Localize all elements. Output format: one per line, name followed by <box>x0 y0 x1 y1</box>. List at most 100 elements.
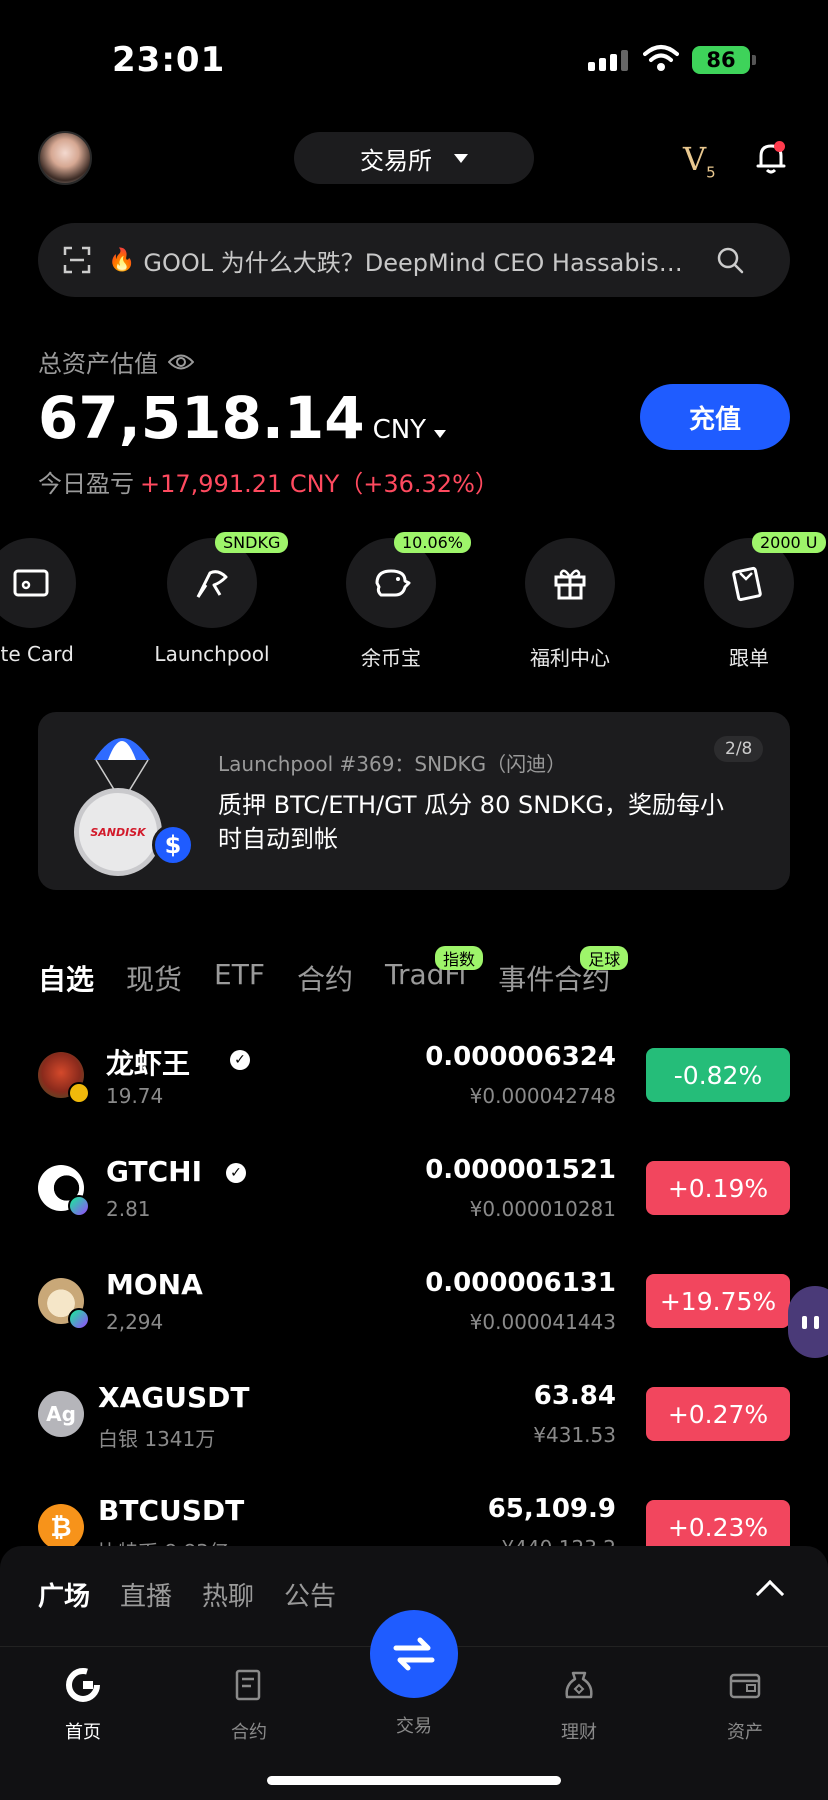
shortcut-label: 余币宝 <box>361 646 421 670</box>
tab-futures[interactable]: 合约 <box>297 958 353 998</box>
launchpool-banner[interactable]: SANDISK $ Launchpool #369：SNDKG（闪迪） 质押 B… <box>38 712 790 890</box>
signal-icon <box>588 50 628 71</box>
battery-tip <box>752 55 756 65</box>
daily-pnl: 今日盈亏 +17,991.21 CNY（+36.32%） <box>38 464 499 499</box>
currency-selector[interactable]: CNY <box>373 415 427 445</box>
scan-icon[interactable] <box>62 245 92 275</box>
shortcut-gate-card[interactable]: ate Card <box>0 538 116 666</box>
total-assets: 67,518.14 CNY <box>38 384 447 452</box>
pnl-label: 今日盈亏 <box>38 470 134 498</box>
change-badge[interactable]: +19.75% <box>646 1274 790 1328</box>
coin-name: GTCHI <box>106 1155 202 1188</box>
banner-title: 质押 BTC/ETH/GT 瓜分 80 SNDKG，奖励每小时自动到帐 <box>218 791 724 853</box>
assets-label-text: 总资产估值 <box>38 350 158 378</box>
gift-icon <box>525 538 615 628</box>
tab-hot-chat[interactable]: 热聊 <box>202 1576 254 1613</box>
banner-subtitle: Launchpool #369：SNDKG（闪迪） <box>218 752 567 776</box>
shortcut-copy-trading[interactable]: 2000 U 跟单 <box>664 532 828 671</box>
nav-label: 理财 <box>561 1722 597 1743</box>
tab-badge: 指数 <box>434 946 483 970</box>
ai-assistant-button[interactable] <box>788 1286 828 1358</box>
card-icon <box>0 538 76 628</box>
solana-chain-icon <box>68 1308 90 1330</box>
fire-icon: 🔥 <box>108 247 136 273</box>
coin-volume: 19.74 <box>106 1084 164 1108</box>
bnb-chain-icon <box>68 1082 90 1104</box>
shortcut-badge: 10.06% <box>394 532 472 553</box>
verified-icon: ✓ <box>230 1050 250 1070</box>
coin-price-cny: ¥0.000010281 <box>469 1197 616 1221</box>
search-icon[interactable] <box>715 245 745 275</box>
avatar[interactable] <box>38 131 92 185</box>
nav-home[interactable]: 首页 <box>28 1667 138 1744</box>
earn-icon <box>565 1671 593 1699</box>
tab-tradfi[interactable]: TradFi 指数 <box>385 946 483 998</box>
notification-dot <box>774 141 785 152</box>
trade-button[interactable] <box>370 1610 458 1698</box>
bitcoin-icon: ₿ <box>38 1504 84 1550</box>
chevron-up-icon[interactable] <box>755 1579 785 1609</box>
vip-label: V <box>683 140 707 178</box>
coin-price: 0.000006324 <box>425 1042 616 1072</box>
shortcut-label: 福利中心 <box>530 646 610 670</box>
shortcut-yubibao[interactable]: 10.06% 余币宝 <box>306 532 476 671</box>
exchange-switcher[interactable]: 交易所 <box>294 132 534 184</box>
coin-price: 0.000001521 <box>425 1155 616 1185</box>
change-badge[interactable]: +0.27% <box>646 1387 790 1441</box>
coin-volume: 2.81 <box>106 1197 151 1221</box>
shortcut-badge: SNDKG <box>215 532 289 553</box>
dollar-icon: $ <box>152 824 194 866</box>
market-row[interactable]: Ag XAGUSDT 白银 1341万 63.84 ¥431.53 +0.27% <box>38 1379 790 1469</box>
tab-live[interactable]: 直播 <box>120 1576 172 1613</box>
swap-icon <box>393 1637 435 1671</box>
status-bar: 23:01 86 <box>0 0 828 120</box>
total-assets-value: 67,518.14 <box>38 384 365 452</box>
change-badge[interactable]: -0.82% <box>646 1048 790 1102</box>
parachute-icon <box>94 738 150 796</box>
deposit-button[interactable]: 充值 <box>640 384 790 450</box>
tab-square[interactable]: 广场 <box>38 1576 90 1613</box>
coin-logo-text: SANDISK <box>90 825 146 839</box>
tab-watchlist[interactable]: 自选 <box>38 958 94 998</box>
nav-label: 资产 <box>727 1722 763 1743</box>
market-row[interactable]: GTCHI ✓ 2.81 0.000001521 ¥0.000010281 +0… <box>38 1153 790 1243</box>
market-tabs: 自选 现货 ETF 合约 TradFi 指数 事件合约 足球 <box>38 946 629 998</box>
wifi-icon <box>643 45 679 71</box>
banner-page-indicator: 2/8 <box>714 736 764 762</box>
tab-announcements[interactable]: 公告 <box>284 1576 336 1613</box>
nav-futures[interactable]: 合约 <box>194 1667 304 1744</box>
coin-name: BTCUSDT <box>98 1494 245 1527</box>
nav-earn[interactable]: 理财 <box>524 1667 634 1744</box>
tab-label: 现货 <box>126 963 183 996</box>
verified-icon: ✓ <box>226 1163 246 1183</box>
coin-name: XAGUSDT <box>98 1381 250 1414</box>
tab-spot[interactable]: 现货 <box>126 958 182 998</box>
vip-badge[interactable]: V5 <box>683 140 716 181</box>
tab-event-contracts[interactable]: 事件合约 足球 <box>498 946 629 998</box>
nav-label: 首页 <box>65 1722 101 1743</box>
wallet-icon <box>729 1673 761 1699</box>
market-row[interactable]: MONA 2,294 0.000006131 ¥0.000041443 +19.… <box>38 1266 790 1356</box>
total-assets-label: 总资产估值 <box>38 344 194 379</box>
vip-level: 5 <box>706 163 716 182</box>
nav-label: 交易 <box>396 1716 432 1737</box>
battery-icon: 86 <box>692 46 750 74</box>
community-tabs: 广场 直播 热聊 公告 <box>38 1576 336 1613</box>
pnl-value: +17,991.21 CNY（+36.32%） <box>140 470 499 498</box>
nav-assets[interactable]: 资产 <box>690 1667 800 1744</box>
home-icon <box>66 1668 100 1702</box>
change-badge[interactable]: +0.19% <box>646 1161 790 1215</box>
search-trending-text[interactable]: GOOL 为什么大跌？DeepMind CEO Hassabis… <box>143 243 703 278</box>
market-row[interactable]: 龙虾王 ✓ 19.74 0.000006324 ¥0.000042748 -0.… <box>38 1040 790 1130</box>
caret-down-icon[interactable] <box>434 430 447 438</box>
tab-etf[interactable]: ETF <box>214 958 265 998</box>
shortcut-launchpool[interactable]: SNDKG Launchpool <box>127 532 297 666</box>
search-bar[interactable]: 🔥 GOOL 为什么大跌？DeepMind CEO Hassabis… <box>38 223 790 297</box>
shortcut-rewards-center[interactable]: 福利中心 <box>485 538 655 671</box>
coin-price-cny: ¥431.53 <box>533 1423 616 1447</box>
shortcut-badge: 2000 U <box>752 532 826 553</box>
coin-price-cny: ¥0.000041443 <box>469 1310 616 1334</box>
caret-down-icon <box>454 153 468 163</box>
coin-price: 65,109.9 <box>487 1494 616 1524</box>
eye-icon[interactable] <box>168 353 194 371</box>
